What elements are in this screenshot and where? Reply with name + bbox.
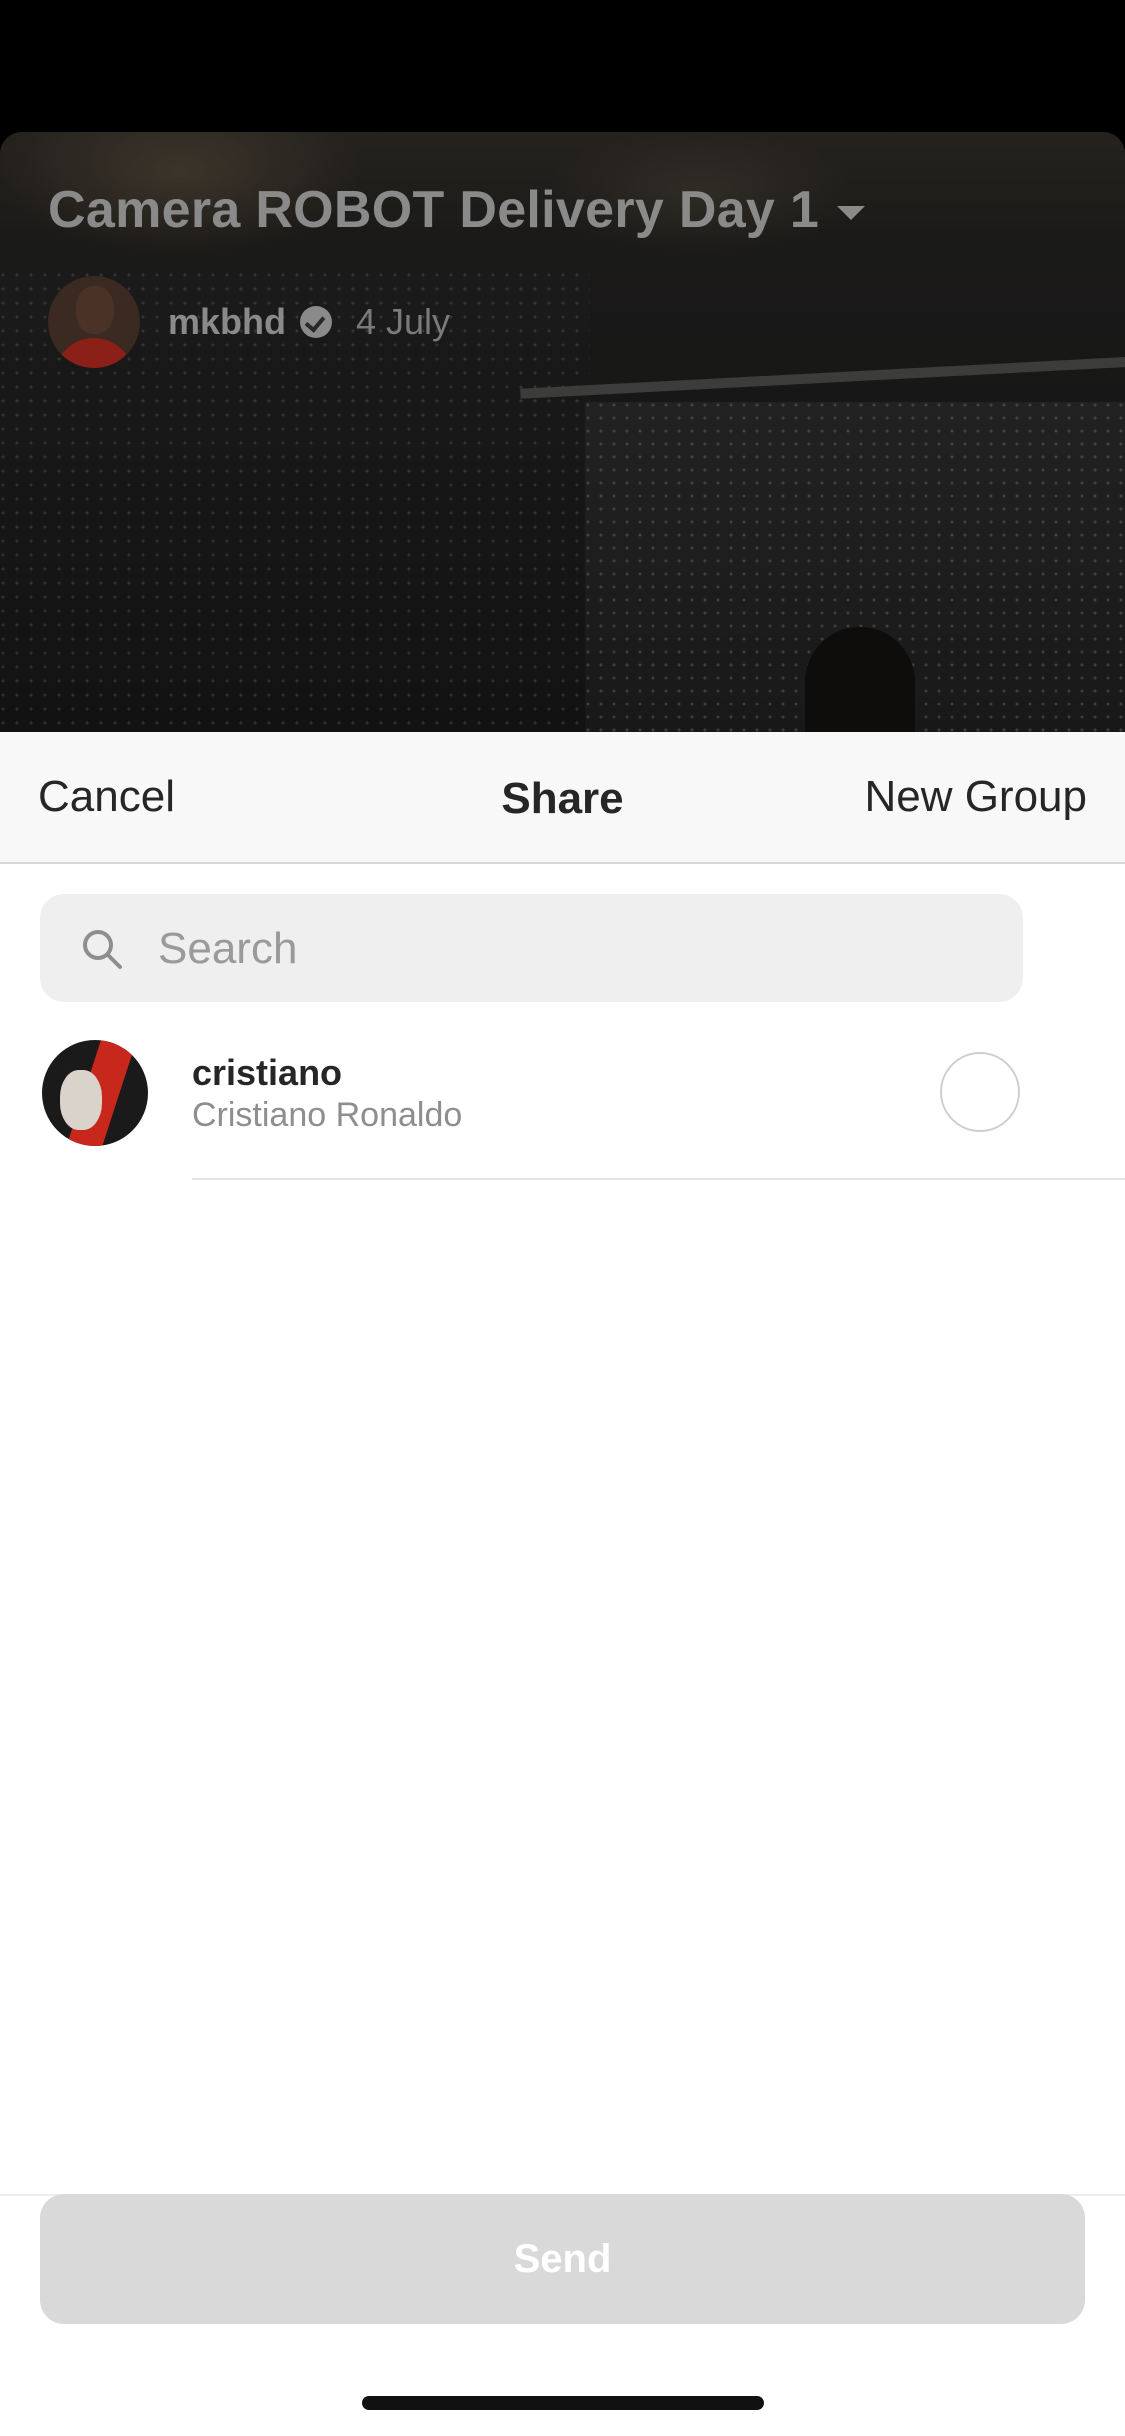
search-input[interactable]: [156, 914, 1000, 984]
select-radio[interactable]: [940, 1052, 1020, 1132]
search-bar[interactable]: [40, 894, 1023, 1002]
cancel-button[interactable]: Cancel: [38, 772, 175, 822]
new-group-button[interactable]: New Group: [864, 772, 1087, 822]
screen: Camera ROBOT Delivery Day 1 mkbhd 4 July…: [0, 0, 1125, 2436]
verified-badge-icon: [300, 306, 333, 338]
author-avatar-shirt: [54, 338, 134, 368]
list-item[interactable]: cristiano Cristiano Ronaldo: [0, 1032, 1125, 1164]
video-title: Camera ROBOT Delivery Day 1: [48, 181, 820, 239]
chevron-down-icon: [837, 206, 866, 220]
share-sheet-header: Cancel Share New Group: [0, 732, 1125, 864]
user-full-name: Cristiano Ronaldo: [192, 1096, 463, 1134]
post-date: 4 July: [356, 301, 451, 342]
video-title-row[interactable]: Camera ROBOT Delivery Day 1: [48, 180, 866, 240]
author-row: mkbhd 4 July: [48, 276, 450, 368]
user-username: cristiano: [192, 1052, 343, 1093]
user-avatar: [42, 1040, 148, 1146]
author-username[interactable]: mkbhd: [168, 301, 286, 343]
search-icon: [83, 930, 122, 969]
home-indicator: [362, 2396, 764, 2410]
send-button[interactable]: Send: [40, 2194, 1085, 2324]
row-divider: [192, 1178, 1125, 1180]
share-sheet: Cancel Share New Group cristiano Cristia…: [0, 732, 1125, 2436]
author-avatar[interactable]: [48, 276, 140, 368]
author-avatar-face: [76, 286, 114, 334]
user-avatar-face: [60, 1070, 102, 1130]
